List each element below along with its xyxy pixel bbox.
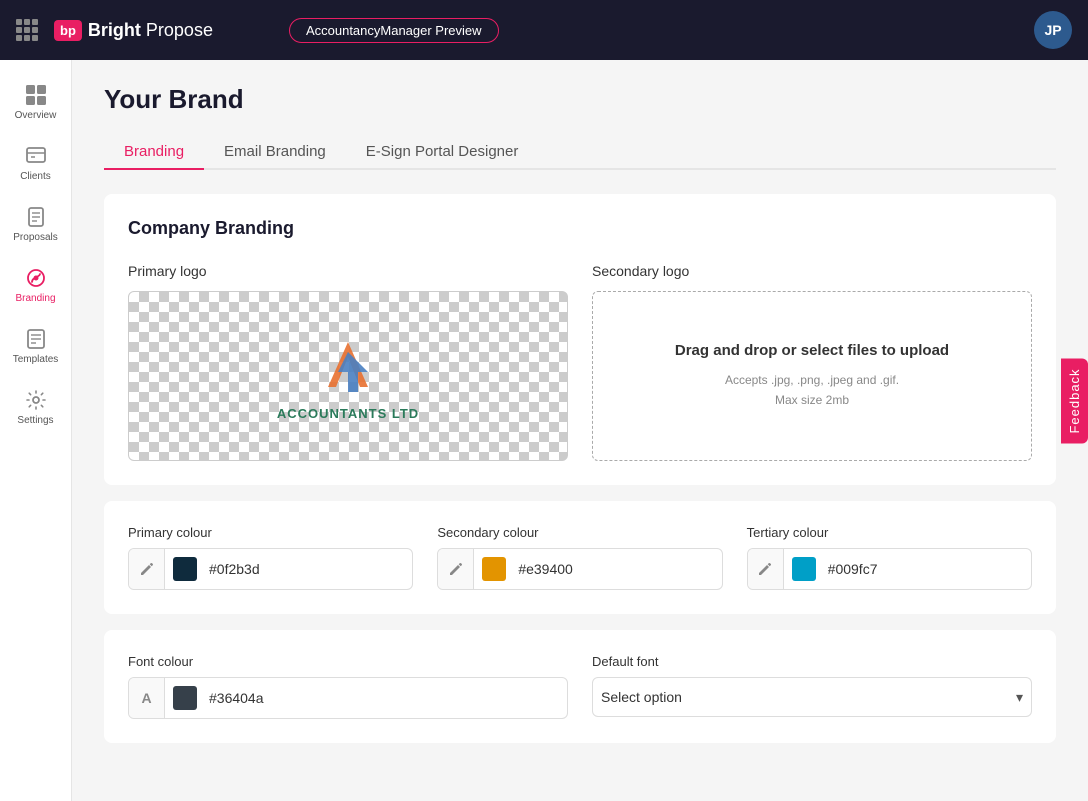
tertiary-colour-swatch <box>792 557 816 581</box>
default-font-input-row: Select option Arial Helvetica Times New … <box>592 677 1032 717</box>
font-colour-label: Font colour <box>128 654 568 669</box>
sidebar-item-settings[interactable]: Settings <box>6 381 66 434</box>
primary-logo-label: Primary logo <box>128 263 568 279</box>
colours-card: Primary colour Secondary colour <box>104 501 1056 614</box>
clients-icon <box>25 145 47 167</box>
secondary-colour-input-row <box>437 548 722 590</box>
sidebar-item-branding-label: Branding <box>15 293 55 304</box>
settings-icon <box>25 389 47 411</box>
preview-badge-button[interactable]: AccountancyManager Preview <box>289 18 499 43</box>
font-icon: A <box>141 690 151 706</box>
app-grid-icon[interactable] <box>16 19 38 41</box>
sidebar-item-clients-label: Clients <box>20 171 51 182</box>
primary-colour-label: Primary colour <box>128 525 413 540</box>
font-row: Font colour A Default font Select opt <box>128 654 1032 719</box>
default-font-label: Default font <box>592 654 1032 669</box>
font-colour-swatch <box>173 686 197 710</box>
upload-text: Drag and drop or select files to upload <box>675 342 949 359</box>
proposals-icon <box>25 206 47 228</box>
sidebar-item-clients[interactable]: Clients <box>6 137 66 190</box>
default-font-section: Default font Select option Arial Helveti… <box>592 654 1032 719</box>
sidebar-item-proposals[interactable]: Proposals <box>6 198 66 251</box>
font-colour-icon-btn[interactable]: A <box>129 678 165 718</box>
sidebar-item-proposals-label: Proposals <box>13 232 57 243</box>
sidebar-item-templates[interactable]: Templates <box>6 320 66 373</box>
tertiary-colour-picker-btn[interactable] <box>748 549 784 589</box>
main-layout: Overview Clients Proposal <box>0 60 1088 801</box>
user-avatar[interactable]: JP <box>1034 11 1072 49</box>
main-content: Your Brand Branding Email Branding E-Sig… <box>72 60 1088 801</box>
tertiary-colour-value[interactable] <box>824 553 1031 585</box>
primary-colour-section: Primary colour <box>128 525 413 590</box>
secondary-colour-swatch <box>482 557 506 581</box>
feedback-button[interactable]: Feedback <box>1061 358 1088 443</box>
sidebar-item-templates-label: Templates <box>13 354 59 365</box>
secondary-logo-label: Secondary logo <box>592 263 1032 279</box>
logo-bp-icon: bp <box>54 20 82 41</box>
page-title: Your Brand <box>104 84 1056 115</box>
tab-esign[interactable]: E-Sign Portal Designer <box>346 135 539 170</box>
company-branding-title: Company Branding <box>128 218 1032 239</box>
secondary-logo-section: Secondary logo Drag and drop or select f… <box>592 263 1032 461</box>
acct-logo-content: ACCOUNTANTS LTD <box>277 332 419 421</box>
secondary-logo-upload[interactable]: Drag and drop or select files to upload … <box>592 291 1032 461</box>
upload-sub: Accepts .jpg, .png, .jpeg and .gif. Max … <box>725 371 899 409</box>
tab-bar: Branding Email Branding E-Sign Portal De… <box>104 135 1056 170</box>
branding-icon <box>25 267 47 289</box>
secondary-colour-label: Secondary colour <box>437 525 722 540</box>
overview-icon <box>25 84 47 106</box>
colours-row: Primary colour Secondary colour <box>128 525 1032 590</box>
acct-logo-text: ACCOUNTANTS LTD <box>277 406 419 421</box>
font-colour-value[interactable] <box>205 682 567 714</box>
tab-email-branding[interactable]: Email Branding <box>204 135 346 170</box>
font-colour-section: Font colour A <box>128 654 568 719</box>
sidebar-item-overview-label: Overview <box>15 110 57 121</box>
sidebar: Overview Clients Proposal <box>0 60 72 801</box>
font-colour-input-row: A <box>128 677 568 719</box>
templates-icon <box>25 328 47 350</box>
default-font-select[interactable]: Select option Arial Helvetica Times New … <box>593 689 1008 705</box>
top-navigation: bp Bright Propose AccountancyManager Pre… <box>0 0 1088 60</box>
primary-colour-swatch <box>173 557 197 581</box>
logo-row: Primary logo ACCOUNTANTS LTD <box>128 263 1032 461</box>
feedback-container: Feedback <box>1061 358 1088 443</box>
brand-logo: bp Bright Propose <box>54 20 213 41</box>
tab-branding[interactable]: Branding <box>104 135 204 170</box>
tertiary-colour-section: Tertiary colour <box>747 525 1032 590</box>
tertiary-colour-input-row <box>747 548 1032 590</box>
primary-colour-picker-btn[interactable] <box>129 549 165 589</box>
secondary-colour-picker-btn[interactable] <box>438 549 474 589</box>
sidebar-item-settings-label: Settings <box>17 415 53 426</box>
sidebar-item-branding[interactable]: Branding <box>6 259 66 312</box>
font-card: Font colour A Default font Select opt <box>104 630 1056 743</box>
secondary-colour-value[interactable] <box>514 553 721 585</box>
tertiary-colour-label: Tertiary colour <box>747 525 1032 540</box>
chevron-down-icon: ▾ <box>1008 689 1031 706</box>
company-branding-card: Company Branding Primary logo <box>104 194 1056 485</box>
primary-logo-preview[interactable]: ACCOUNTANTS LTD <box>128 291 568 461</box>
logo-text: Bright Propose <box>88 20 213 41</box>
sidebar-item-overview[interactable]: Overview <box>6 76 66 129</box>
primary-logo-section: Primary logo ACCOUNTANTS LTD <box>128 263 568 461</box>
primary-colour-input-row <box>128 548 413 590</box>
primary-colour-value[interactable] <box>205 553 412 585</box>
secondary-colour-section: Secondary colour <box>437 525 722 590</box>
